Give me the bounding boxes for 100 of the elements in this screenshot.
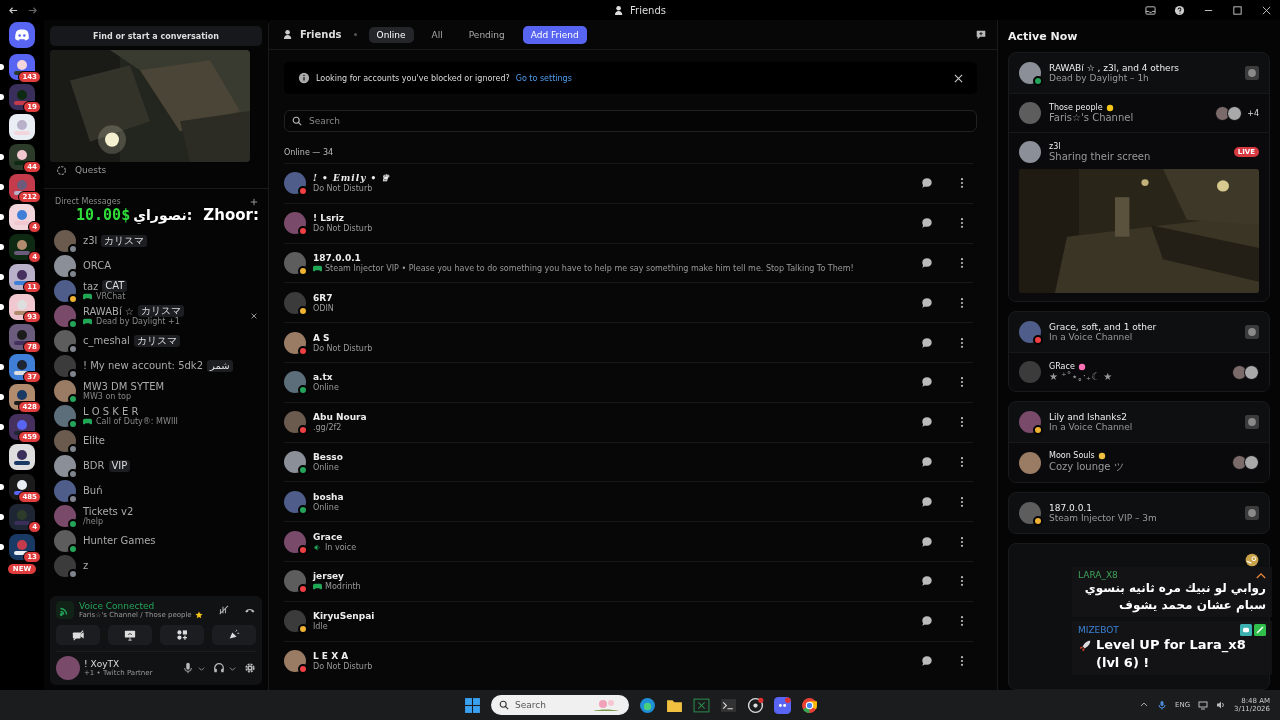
home-logo-icon[interactable]: [9, 22, 35, 48]
activity-title: 187.0.0.1: [1049, 503, 1093, 513]
friend-row[interactable]: KiryuSenpai Idle: [284, 600, 973, 641]
microphone-icon[interactable]: [1157, 700, 1167, 710]
dm-name: Hunter Games: [83, 535, 156, 546]
server-icon[interactable]: [9, 54, 35, 80]
activities-button[interactable]: [160, 625, 204, 645]
taskbar-search-field[interactable]: Search: [491, 695, 629, 715]
activity-card[interactable]: Grace, soft, and 1 other In a Voice Channel GRace ★ ⁺˚⋆｡‧₊☾ ★: [1008, 311, 1270, 392]
server-icon[interactable]: [9, 294, 35, 320]
dm-item[interactable]: BDR VIP: [50, 453, 262, 478]
server-icon[interactable]: [9, 534, 35, 560]
dm-item[interactable]: c_meshal カリスマ: [50, 328, 262, 353]
terminal-icon[interactable]: [720, 696, 737, 714]
close-icon[interactable]: [250, 311, 258, 320]
filter-tab[interactable]: All: [423, 26, 451, 43]
activity-card[interactable]: 187.0.0.1 Steam Injector VIP – 3m: [1008, 492, 1270, 534]
server-icon[interactable]: [9, 384, 35, 410]
network-icon[interactable]: [1198, 700, 1209, 710]
share-screen-button[interactable]: [108, 625, 152, 645]
quests-link[interactable]: Quests: [75, 165, 107, 175]
server-icon[interactable]: [9, 234, 35, 260]
server-icon[interactable]: [9, 354, 35, 380]
filter-tab[interactable]: Online: [368, 26, 414, 43]
dm-item[interactable]: RAWABí ☆ カリスマ Dead by Daylight +1: [50, 303, 262, 328]
friend-row[interactable]: Grace In voice: [284, 521, 973, 561]
friend-row[interactable]: jersey Modrinth: [284, 560, 973, 601]
caret-icon[interactable]: [229, 664, 236, 672]
voice-channel-name: Faris☆'s Channel: [1049, 112, 1135, 123]
friend-row[interactable]: 187.0.0.1 Steam Injector VIP • Please you have to do something you have to help me say something make him tell me. Stop Talking To Them!: [284, 242, 973, 283]
dm-item[interactable]: z3l カリスマ: [50, 228, 262, 253]
friend-row[interactable]: A S Do Not Disturb: [284, 322, 973, 362]
dm-item[interactable]: Hunter Games: [50, 528, 262, 553]
dm-name: BDR: [83, 460, 105, 471]
avatar: [284, 570, 306, 593]
chevron-up-icon[interactable]: [1256, 571, 1266, 579]
filter-tab[interactable]: Pending: [460, 26, 513, 43]
server-icon[interactable]: [9, 264, 35, 290]
server-icon[interactable]: [9, 204, 35, 230]
dm-item[interactable]: MW3 DM SYTEM MW3 on top: [50, 378, 262, 403]
friend-row[interactable]: Abu Noura .gg/2f2: [284, 401, 973, 442]
dm-item[interactable]: taz CAT VRChat: [50, 278, 262, 303]
friend-row[interactable]: ! Lsriz Do Not Disturb: [284, 202, 973, 243]
conversation-search-button[interactable]: Find or start a conversation: [50, 26, 262, 46]
spreadsheet-icon[interactable]: [693, 696, 710, 714]
server-icon[interactable]: [9, 324, 35, 350]
activity-card[interactable]: Lily and Ishanks2 In a Voice Channel Moon Souls Cozy lounge ツ: [1008, 401, 1270, 483]
dm-item[interactable]: L O S K E R Call of Duty®: MWIII: [50, 403, 262, 428]
add-friend-button[interactable]: Add Friend: [522, 25, 587, 44]
new-group-dm-icon[interactable]: [975, 28, 987, 41]
server-icon[interactable]: [9, 144, 35, 170]
activities-icon: [176, 629, 188, 641]
server-icon[interactable]: [9, 174, 35, 200]
friend-row[interactable]: bosha Online: [284, 481, 973, 522]
record-app-icon[interactable]: [747, 696, 764, 714]
game-icon: [1245, 325, 1259, 339]
maximize-icon[interactable]: [1232, 4, 1243, 16]
friend-row[interactable]: L E X A Do Not Disturb: [284, 640, 973, 681]
server-icon[interactable]: [9, 84, 35, 110]
chat-app-icon[interactable]: [774, 696, 791, 714]
avatar: [284, 331, 306, 354]
dm-item[interactable]: Elite: [50, 428, 262, 453]
server-icon[interactable]: [9, 444, 35, 470]
search-field[interactable]: Search: [284, 110, 977, 132]
chat-bubble-icon: [921, 376, 933, 389]
avatar: [284, 252, 306, 274]
friend-row[interactable]: a.tx Online: [284, 362, 973, 402]
dm-item[interactable]: ORCA: [50, 253, 262, 278]
settings-link[interactable]: Go to settings: [515, 73, 572, 83]
browser-icon[interactable]: [639, 696, 656, 714]
camera-off-icon: [72, 629, 84, 641]
friend-row[interactable]: ! • Emily • ♕ Do Not Disturb: [284, 163, 973, 203]
camera-off-button[interactable]: [56, 625, 100, 645]
volume-icon[interactable]: [1216, 700, 1227, 710]
noise-suppression-icon[interactable]: [217, 604, 230, 616]
friend-row[interactable]: 6R7 ODIN: [284, 282, 973, 323]
friend-row[interactable]: Besso Online: [284, 441, 973, 482]
start-icon[interactable]: [464, 696, 481, 714]
dm-item[interactable]: Buń: [50, 478, 262, 503]
help-icon[interactable]: [1174, 4, 1185, 16]
server-icon[interactable]: [9, 114, 35, 140]
microphone-icon[interactable]: [182, 662, 194, 674]
settings-icon[interactable]: [244, 662, 256, 674]
dm-item[interactable]: Tickets v2 /help: [50, 503, 262, 528]
search-icon: [499, 700, 509, 710]
soundboard-button[interactable]: [212, 625, 256, 645]
server-icon[interactable]: [9, 414, 35, 440]
dm-name: taz: [83, 280, 99, 292]
headphones-icon[interactable]: [213, 662, 225, 674]
dm-item[interactable]: z: [50, 553, 262, 578]
close-icon[interactable]: [954, 73, 963, 83]
close-icon[interactable]: [1261, 4, 1272, 16]
chrome-icon[interactable]: [801, 696, 818, 714]
donation-message: نصوراي:: [133, 207, 193, 223]
server-icon[interactable]: [9, 474, 35, 500]
caret-icon[interactable]: [198, 664, 205, 672]
inbox-icon[interactable]: [1145, 4, 1156, 16]
plus-icon[interactable]: [250, 197, 258, 206]
avatar: [284, 172, 306, 195]
dm-name: ORCA: [83, 260, 112, 271]
